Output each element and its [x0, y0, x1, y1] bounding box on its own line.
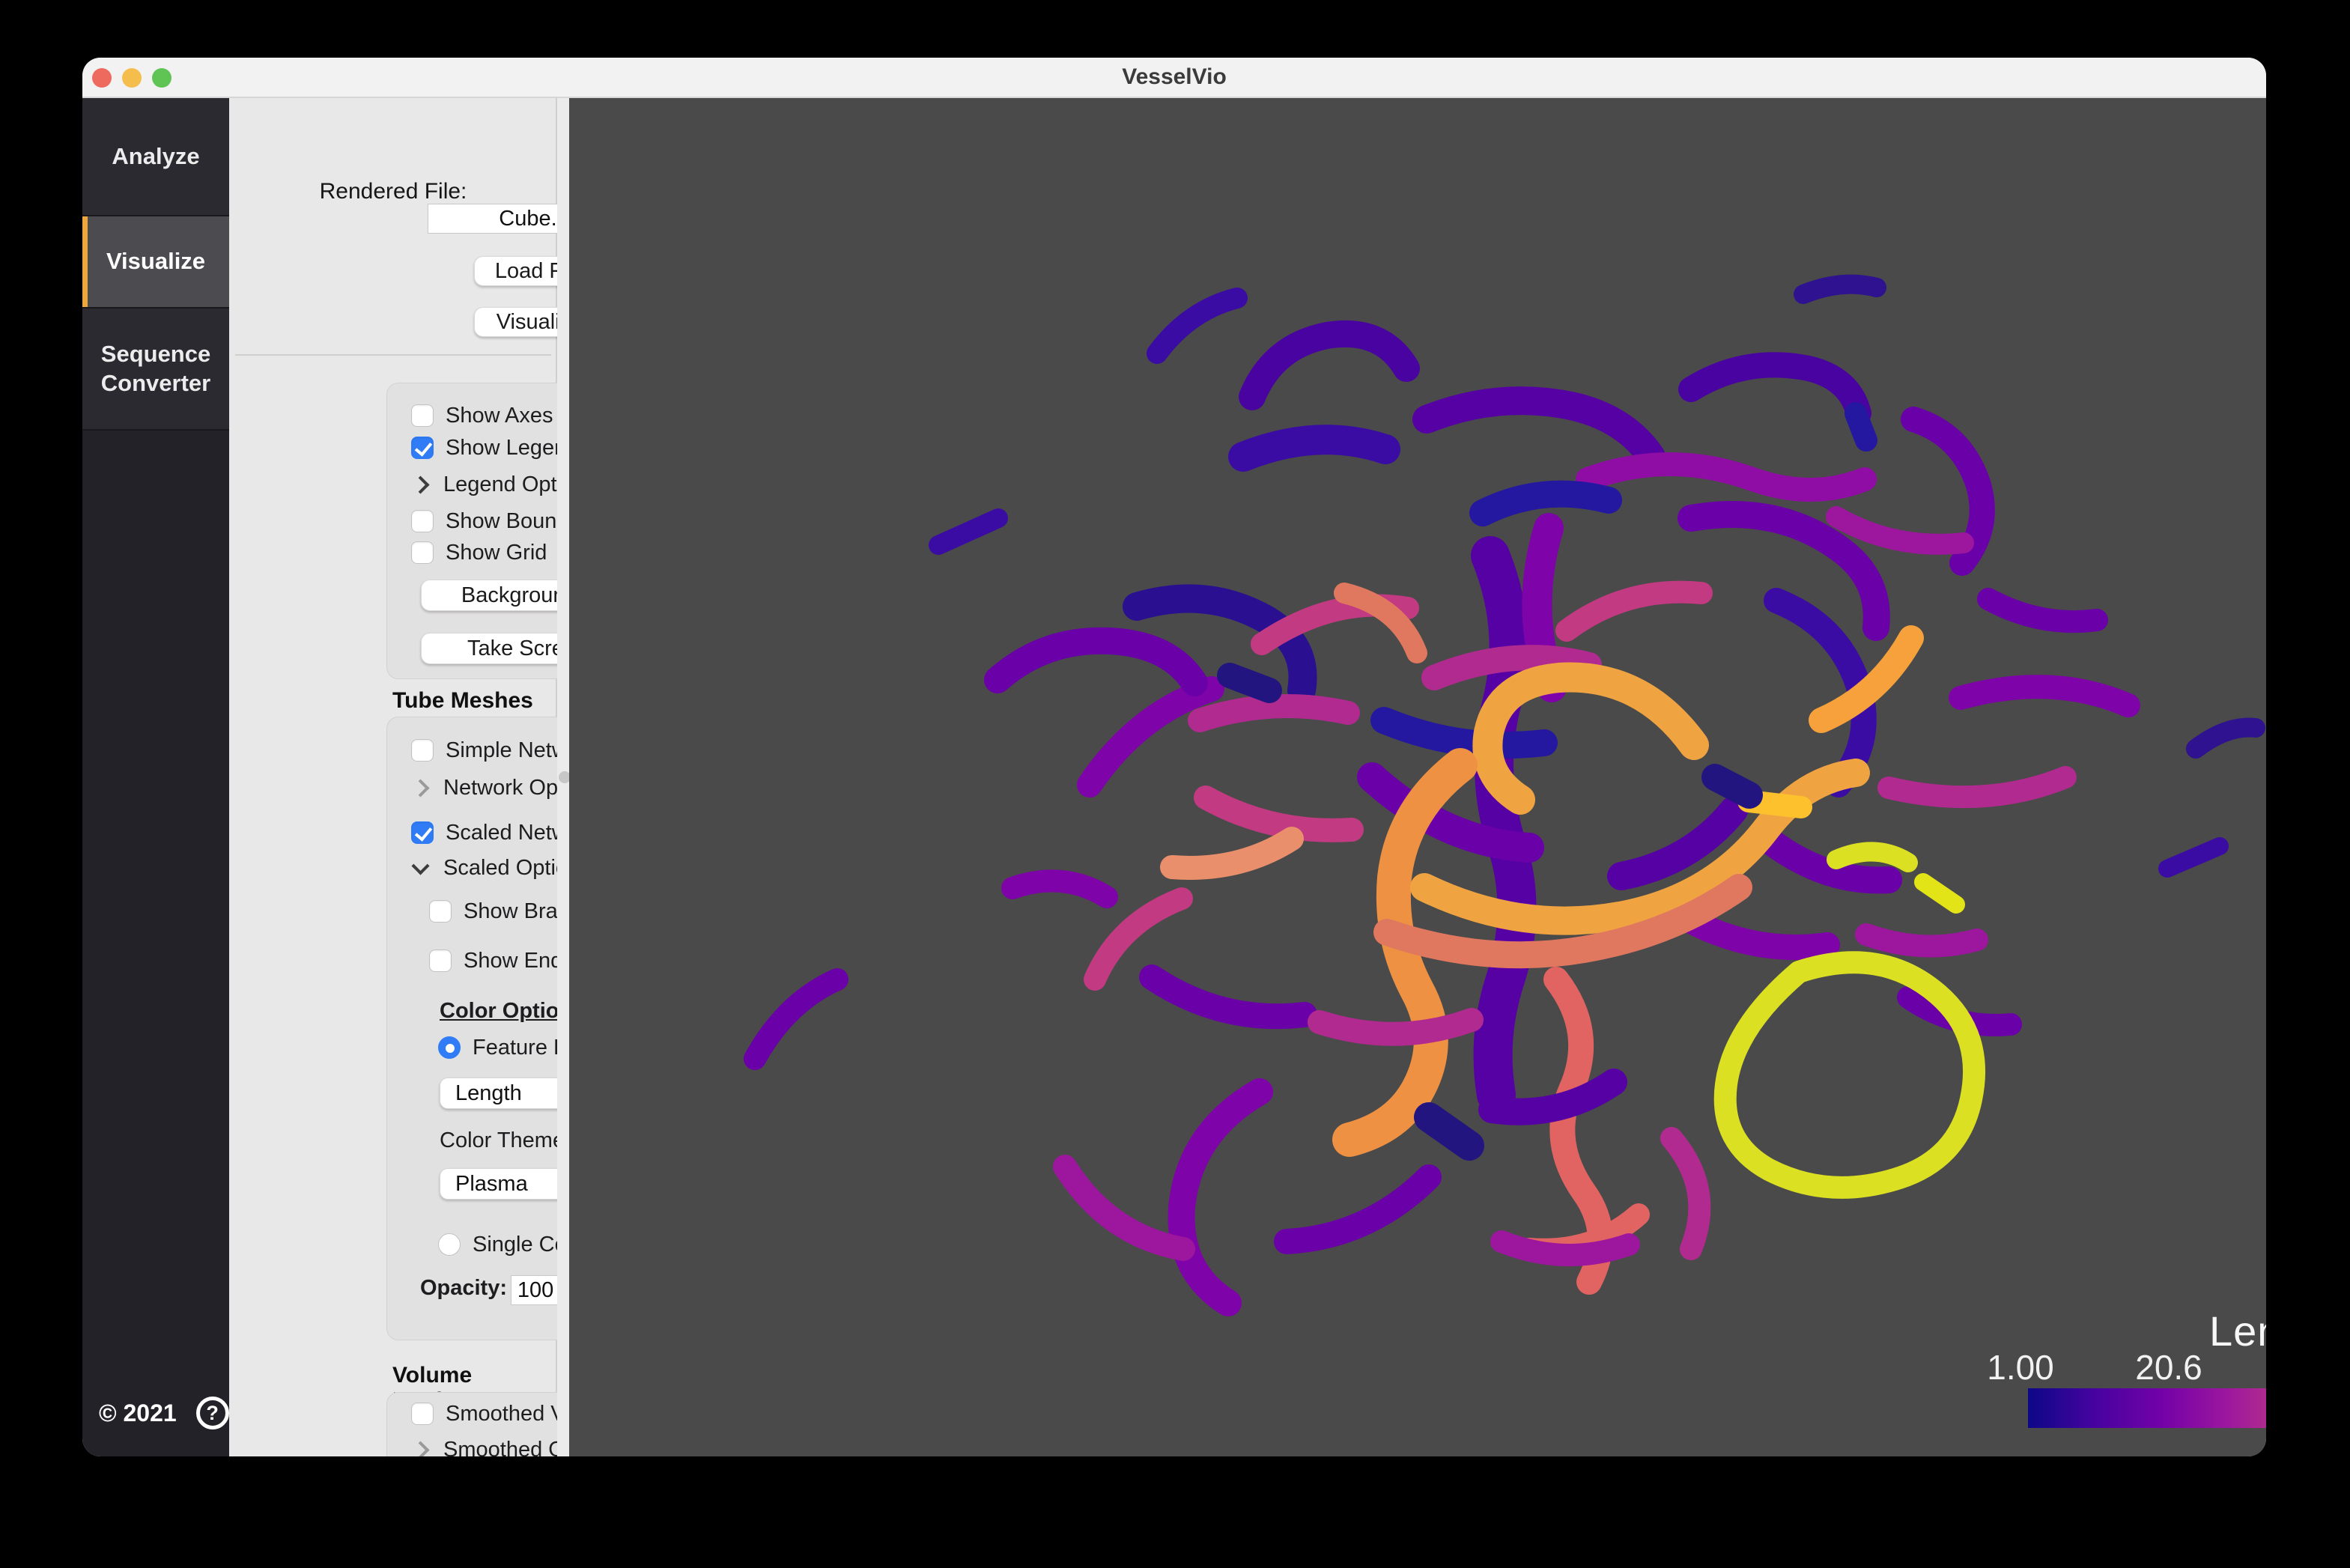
- opacity-label: Opacity:: [420, 1276, 507, 1301]
- legend-colorbar: [2028, 1388, 2266, 1428]
- vessel-tube: [1483, 494, 1609, 513]
- simple-network-checkbox[interactable]: [411, 739, 434, 762]
- section-divider: [235, 354, 551, 356]
- vessel-tube: [1856, 413, 1866, 440]
- tab-analyze[interactable]: Analyze: [82, 98, 229, 216]
- color-theme-select-value: Plasma: [440, 1172, 572, 1197]
- vessel-tube: [1691, 365, 1859, 413]
- vessel-tube: [1715, 777, 1749, 795]
- vessel-tube: [1836, 851, 1908, 863]
- feature-based-radio[interactable]: [438, 1036, 461, 1059]
- show-axes-row[interactable]: Show Axes: [411, 403, 553, 428]
- opacity-label-wrap: Opacity:: [417, 1275, 507, 1301]
- chevron-right-icon: [411, 475, 429, 493]
- tab-visualize-label: Visualize: [106, 247, 205, 276]
- vessel-tube: [1889, 777, 2065, 797]
- vessel-tube: [1427, 401, 1651, 457]
- copyright-text: © 2021: [99, 1400, 177, 1427]
- vessel-tube: [1252, 334, 1406, 397]
- color-theme-row: Color Theme:: [440, 1128, 571, 1153]
- tab-sequence-converter-label: Sequence Converter: [101, 340, 210, 398]
- copyright: © 2021 ?: [99, 1397, 229, 1429]
- vessel-tube: [1230, 675, 1269, 690]
- legend-tick: 1.00: [1946, 1347, 2095, 1388]
- vessel-tube: [1287, 1177, 1429, 1242]
- vessel-tube: [938, 518, 998, 545]
- vessel-tube: [2167, 846, 2220, 869]
- chevron-right-icon: [411, 1441, 429, 1456]
- vessel-tube: [1961, 687, 2128, 705]
- vessel-svg: [569, 98, 2266, 1456]
- vessel-tube: [1923, 882, 1956, 905]
- vessel-tube: [1694, 923, 1827, 947]
- vessel-tube: [2196, 728, 2256, 749]
- show-grid-checkbox[interactable]: [411, 541, 434, 564]
- smoothed-volume-checkbox[interactable]: [411, 1403, 434, 1425]
- vessel-tube: [1090, 689, 1212, 785]
- vessel-tube: [1206, 797, 1352, 830]
- show-axes-checkbox[interactable]: [411, 404, 434, 427]
- vessel-tube: [1157, 298, 1237, 353]
- vessel-tube: [1012, 881, 1107, 897]
- show-boundaries-checkbox[interactable]: [411, 510, 434, 532]
- color-theme-label: Color Theme:: [440, 1128, 571, 1153]
- single-color-radio[interactable]: [438, 1233, 461, 1256]
- vessel-tube: [1803, 285, 1877, 294]
- chevron-right-icon: [411, 779, 429, 797]
- show-legend-checkbox[interactable]: [411, 437, 434, 459]
- feature-select-value: Length: [440, 1081, 572, 1106]
- title-bar: VesselVio: [82, 58, 2266, 98]
- vessel-tube: [1152, 977, 1305, 1016]
- tab-analyze-label: Analyze: [112, 142, 199, 171]
- vessel-tube: [1988, 599, 2097, 622]
- settings-panel: Rendered File: Cube.nii Load File Visual…: [229, 98, 557, 1456]
- vessel-tube: [1172, 839, 1292, 868]
- show-legend-row[interactable]: Show Legend: [411, 435, 578, 461]
- sidebar: Analyze Visualize Sequence Converter © 2…: [82, 98, 229, 1456]
- vessel-tube: [1672, 1138, 1699, 1249]
- vessel-tube: [1490, 556, 1517, 1095]
- scaled-network-checkbox[interactable]: [411, 821, 434, 844]
- tab-visualize[interactable]: Visualize: [82, 216, 229, 309]
- vessel-tube: [1095, 899, 1182, 979]
- show-grid-row[interactable]: Show Grid: [411, 540, 547, 565]
- vessel-tube: [1588, 464, 1865, 490]
- vessel-tube: [1567, 592, 1701, 630]
- show-endpoints-checkbox[interactable]: [429, 949, 452, 972]
- show-grid-label: Show Grid: [446, 541, 547, 565]
- vessel-tube: [1200, 706, 1348, 720]
- vessel-tube: [1429, 1117, 1469, 1146]
- vessel-tube: [1836, 517, 1964, 544]
- show-axes-label: Show Axes: [446, 404, 553, 428]
- show-branchpoints-checkbox[interactable]: [429, 900, 452, 923]
- vessel-tube: [1384, 720, 1544, 745]
- vessel-tube: [998, 641, 1194, 683]
- vessel-tube: [1182, 1092, 1260, 1303]
- chevron-down-icon: [411, 857, 429, 875]
- tab-sequence-converter[interactable]: Sequence Converter: [82, 309, 229, 431]
- vessel-tube: [1866, 935, 1977, 946]
- vessel-tube: [1243, 440, 1385, 457]
- vessel-tube: [1320, 1020, 1472, 1034]
- vessel-tube: [1065, 1167, 1183, 1249]
- tube-meshes-header: Tube Meshes: [392, 688, 533, 714]
- app-window: VesselVio Analyze Visualize Sequence Con…: [82, 58, 2266, 1456]
- render-viewport[interactable]: Length (µm) 1.00 20.6 40.1 59.7 79.2: [569, 98, 2266, 1456]
- legend-tick: 20.6: [2094, 1347, 2244, 1388]
- help-icon[interactable]: ?: [196, 1397, 229, 1429]
- vessel-tube: [1725, 962, 1974, 1188]
- legend-tick: 40.1: [2242, 1347, 2266, 1388]
- window-title: VesselVio: [82, 58, 2266, 98]
- vessel-tube: [755, 979, 837, 1059]
- rendered-file-label: Rendered File:: [229, 179, 557, 204]
